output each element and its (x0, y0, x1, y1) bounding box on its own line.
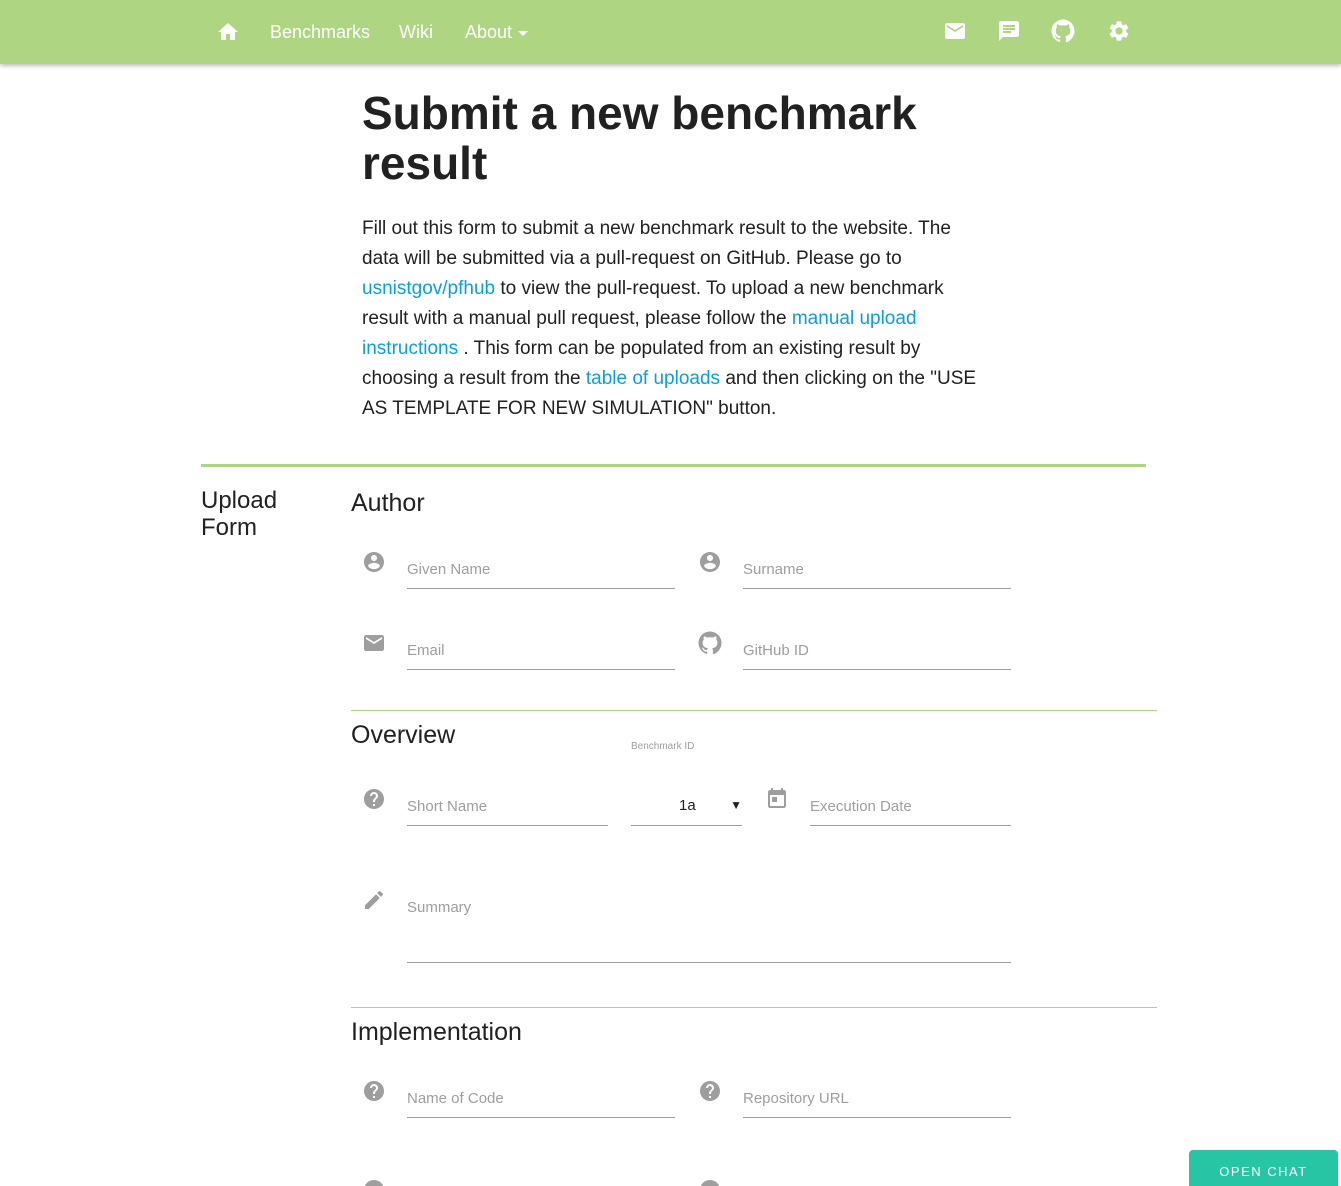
dropdown-arrow-icon: ▼ (730, 798, 742, 812)
name-of-code-placeholder: Name of Code (407, 1090, 504, 1107)
given-name-field[interactable]: Given Name (407, 548, 675, 589)
short-name-field[interactable]: Short Name (407, 785, 608, 826)
mail-icon[interactable] (943, 19, 967, 43)
github-id-field[interactable]: GitHub ID (743, 629, 1011, 670)
nav-wiki[interactable]: Wiki (399, 20, 433, 44)
benchmark-id-select[interactable]: 1a ▼ (631, 785, 742, 826)
benchmark-id-label: Benchmark ID (631, 741, 695, 752)
author-section-title: Author (351, 489, 425, 517)
table-of-uploads-link[interactable]: table of uploads (586, 368, 720, 389)
navbar: Benchmarks Wiki About (0, 0, 1341, 64)
given-name-placeholder: Given Name (407, 561, 491, 578)
github-icon (698, 631, 722, 655)
nav-about-label: About (465, 22, 513, 42)
pfhub-link[interactable]: usnistgov/pfhub (362, 278, 495, 299)
nav-about[interactable]: About (465, 20, 529, 44)
surname-placeholder: Surname (743, 561, 804, 578)
section-divider (201, 464, 1146, 467)
repository-url-field[interactable]: Repository URL (743, 1077, 1011, 1118)
calendar-icon (768, 788, 786, 808)
github-icon[interactable] (1051, 19, 1075, 43)
caret-down-icon (518, 30, 529, 36)
overview-section-title: Overview (351, 721, 456, 749)
settings-icon[interactable] (1107, 19, 1131, 43)
summary-placeholder: Summary (407, 899, 472, 916)
benchmark-id-value: 1a (679, 797, 696, 814)
repository-url-placeholder: Repository URL (743, 1090, 849, 1107)
nav-benchmarks[interactable]: Benchmarks (270, 20, 370, 44)
intro-paragraph: Fill out this form to submit a new bench… (362, 214, 992, 424)
account-circle-icon (364, 552, 384, 572)
execution-date-placeholder: Execution Date (810, 798, 912, 815)
section-divider (351, 710, 1157, 711)
name-of-code-field[interactable]: Name of Code (407, 1077, 675, 1118)
implementation-section-title: Implementation (351, 1018, 522, 1046)
home-icon[interactable] (216, 20, 240, 44)
help-icon (700, 1081, 720, 1101)
short-name-placeholder: Short Name (407, 798, 488, 815)
section-divider (351, 1007, 1157, 1008)
help-icon (364, 789, 384, 809)
summary-field[interactable]: Summary (407, 886, 1011, 963)
open-chat-button[interactable]: OPEN CHAT (1189, 1150, 1338, 1186)
page-title: Submit a new benchmark result (362, 87, 917, 189)
mail-icon (364, 635, 384, 651)
upload-form-title: Upload Form (201, 487, 278, 541)
page: Benchmarks Wiki About Submit a new bench… (0, 0, 1341, 1186)
account-circle-icon (700, 552, 720, 572)
surname-field[interactable]: Surname (743, 548, 1011, 589)
execution-date-field[interactable]: Execution Date (810, 785, 1011, 826)
help-icon (700, 1180, 720, 1186)
intro-text-1: Fill out this form to submit a new bench… (362, 218, 951, 269)
github-id-placeholder: GitHub ID (743, 642, 809, 659)
pencil-icon (365, 890, 384, 909)
help-icon (364, 1081, 384, 1101)
email-field[interactable]: Email (407, 629, 675, 670)
chat-icon[interactable] (997, 19, 1021, 43)
help-icon (364, 1180, 384, 1186)
email-placeholder: Email (407, 642, 445, 659)
